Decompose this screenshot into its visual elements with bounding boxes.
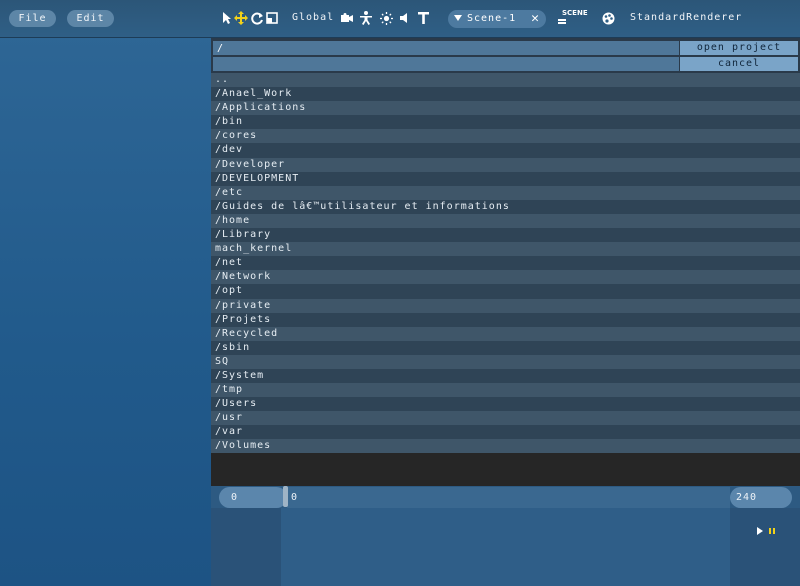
path-input[interactable] [213, 41, 679, 55]
directory-entry[interactable]: /Volumes [211, 439, 800, 454]
open-project-button[interactable]: open project [680, 41, 798, 55]
left-panel [0, 0, 211, 586]
edit-menu-button[interactable]: Edit [67, 10, 114, 27]
scene-icon-label: SCENE [562, 9, 588, 17]
file-menu-button[interactable]: File [9, 10, 56, 27]
directory-entry[interactable]: /var [211, 425, 800, 440]
scene-tab[interactable]: Scene-1 ✕ [448, 10, 546, 28]
play-icon[interactable] [755, 525, 765, 537]
text-icon[interactable] [416, 10, 430, 26]
directory-entry[interactable]: /System [211, 368, 800, 384]
scene-tab-label: Scene-1 [467, 13, 517, 24]
directory-entry[interactable]: /Users [211, 397, 800, 412]
directory-entry[interactable]: /home [211, 213, 800, 229]
directory-entry[interactable]: /Projets [211, 312, 800, 327]
directory-entry[interactable]: /dev [211, 143, 800, 158]
directory-entry[interactable]: /Anael_Work [211, 87, 800, 102]
directory-entry[interactable]: /private [211, 298, 800, 313]
top-toolbar: File Edit Global Scene-1 ✕ SCENE Standar [0, 0, 800, 38]
directory-entry[interactable]: /usr [211, 411, 800, 426]
directory-entry[interactable]: /Guides de lâ€™utilisateur et informatio… [211, 199, 800, 214]
filter-input[interactable] [213, 57, 679, 71]
directory-entry[interactable]: /DEVELOPMENT [211, 171, 800, 186]
directory-entry[interactable]: mach_kernel [211, 242, 800, 257]
directory-list: ../Anael_Work/Applications/bin/cores/dev… [211, 73, 800, 454]
directory-entry[interactable]: /sbin [211, 340, 800, 355]
scene-settings-icon[interactable]: SCENE [558, 9, 588, 27]
character-icon[interactable] [359, 10, 373, 26]
timeline-area [281, 508, 730, 586]
start-frame-field[interactable]: 0 [219, 487, 287, 508]
directory-entry[interactable]: /Developer [211, 157, 800, 172]
palette-icon[interactable] [601, 10, 615, 26]
sound-icon[interactable] [397, 10, 411, 26]
directory-entry[interactable]: SQ [211, 354, 800, 369]
camera-icon[interactable] [340, 10, 354, 26]
cancel-button[interactable]: cancel [680, 57, 798, 71]
directory-entry[interactable]: /net [211, 256, 800, 271]
select-arrow-icon[interactable] [220, 10, 234, 26]
move-icon[interactable] [234, 10, 248, 26]
directory-entry[interactable]: /tmp [211, 383, 800, 398]
current-frame-label: 0 [291, 492, 299, 503]
directory-entry[interactable]: /opt [211, 284, 800, 299]
close-icon[interactable]: ✕ [531, 11, 539, 26]
pause-icon[interactable] [767, 525, 777, 537]
directory-entry[interactable]: /cores [211, 129, 800, 144]
dialog-footer [211, 453, 800, 486]
directory-entry[interactable]: .. [211, 73, 800, 88]
chevron-down-icon[interactable] [454, 15, 462, 21]
transform-space-label[interactable]: Global [292, 12, 334, 23]
timeline-track[interactable] [287, 487, 730, 508]
directory-entry[interactable]: /etc [211, 185, 800, 200]
directory-entry[interactable]: /Applications [211, 101, 800, 116]
directory-entry[interactable]: /bin [211, 115, 800, 130]
playhead-handle[interactable] [283, 486, 288, 507]
directory-entry[interactable]: /Network [211, 270, 800, 285]
scale-icon[interactable] [265, 10, 279, 26]
directory-entry[interactable]: /Recycled [211, 326, 800, 341]
light-icon[interactable] [379, 10, 393, 26]
renderer-label[interactable]: StandardRenderer [630, 12, 742, 23]
directory-entry[interactable]: /Library [211, 228, 800, 243]
end-frame-field[interactable]: 240 [730, 487, 792, 508]
rotate-icon[interactable] [250, 10, 264, 26]
